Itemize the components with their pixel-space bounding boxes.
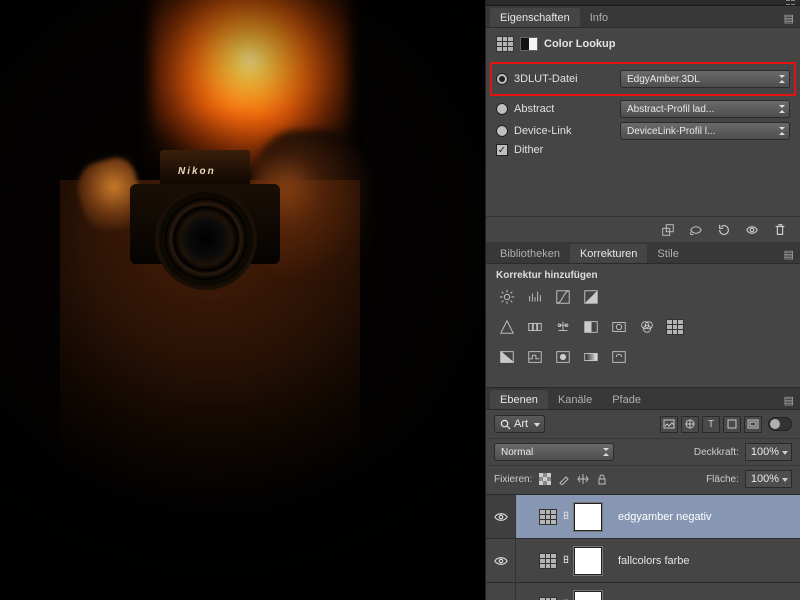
panels-column: Eigenschaften Info ▤ Color Lookup 3DLUT-…: [485, 0, 800, 600]
adjustment-title: Color Lookup: [544, 38, 616, 50]
adj-selectivecolor-icon[interactable]: [608, 347, 630, 367]
layer-adjustment-icon: [538, 552, 558, 570]
canvas-preview[interactable]: Nikon: [0, 0, 485, 600]
checkbox-dither[interactable]: ✓: [496, 144, 508, 156]
adj-threshold-icon[interactable]: [552, 347, 574, 367]
corrections-tabbar: Bibliotheken Korrekturen Stile ▤: [486, 242, 800, 264]
corrections-subtitle: Korrektur hinzufügen: [496, 270, 790, 281]
label-3dlut: 3DLUT-Datei: [514, 73, 614, 85]
label-devicelink: Device-Link: [514, 125, 614, 137]
corrections-panel-menu[interactable]: ▤: [778, 246, 800, 263]
adj-brightness-icon[interactable]: [496, 287, 518, 307]
tab-corrections[interactable]: Korrekturen: [570, 244, 647, 263]
layer-mask-thumb[interactable]: [574, 547, 602, 575]
tab-styles[interactable]: Stile: [647, 244, 688, 263]
opacity-value[interactable]: 100%: [745, 443, 792, 461]
radio-abstract[interactable]: [496, 103, 508, 115]
adj-channelmixer-icon[interactable]: [636, 317, 658, 337]
properties-footer: [486, 216, 800, 242]
tab-channels[interactable]: Kanäle: [548, 390, 602, 409]
layers-tabbar: Ebenen Kanäle Pfade ▤: [486, 388, 800, 410]
adj-gradientmap-icon[interactable]: [580, 347, 602, 367]
lock-paint-icon[interactable]: [557, 472, 571, 486]
adj-curves-icon[interactable]: [552, 287, 574, 307]
mask-icon[interactable]: [520, 37, 538, 51]
lock-label: Fixieren:: [494, 474, 532, 485]
tab-libraries[interactable]: Bibliotheken: [490, 244, 570, 263]
visibility-toggle[interactable]: [486, 495, 516, 538]
layers-filter-row: Art T: [486, 410, 800, 439]
tab-info[interactable]: Info: [580, 8, 618, 27]
layers-blend-row: Normal Deckkraft: 100%: [486, 439, 800, 466]
filter-smart-icon[interactable]: [744, 416, 762, 433]
adj-bw-icon[interactable]: [580, 317, 602, 337]
lock-all-icon[interactable]: [595, 472, 609, 486]
adj-photofilter-icon[interactable]: [608, 317, 630, 337]
layers-list: 𐌇 edgyamber negativ 𐌇 fallcolors farbe 𐌇…: [486, 495, 800, 600]
radio-devicelink[interactable]: [496, 125, 508, 137]
adj-posterize-icon[interactable]: [524, 347, 546, 367]
blend-mode-dropdown[interactable]: Normal: [494, 443, 614, 461]
fill-value[interactable]: 100%: [745, 470, 792, 488]
tab-properties[interactable]: Eigenschaften: [490, 8, 580, 27]
layer-row[interactable]: 𐌇 fallcolors farbe: [486, 539, 800, 583]
dropdown-3dlut[interactable]: EdgyAmber.3DL: [620, 70, 790, 88]
adj-levels-icon[interactable]: [524, 287, 546, 307]
delete-button[interactable]: [768, 220, 792, 240]
adj-colorbalance-icon[interactable]: [552, 317, 574, 337]
filter-type-icon[interactable]: T: [702, 416, 720, 433]
adj-invert-icon[interactable]: [496, 347, 518, 367]
link-icon[interactable]: 𐌇: [561, 511, 571, 522]
lock-transparent-icon[interactable]: [538, 472, 552, 486]
visibility-toggle[interactable]: [486, 539, 516, 582]
opacity-label: Deckkraft:: [694, 447, 739, 458]
tab-layers[interactable]: Ebenen: [490, 390, 548, 409]
layer-mask-thumb[interactable]: [574, 503, 602, 531]
link-icon[interactable]: 𐌇: [561, 555, 571, 566]
layer-name[interactable]: fallcolors farbe: [618, 555, 690, 567]
lookup-icon: [496, 36, 514, 52]
filter-toggle[interactable]: [768, 417, 792, 431]
filter-adjust-icon[interactable]: [681, 416, 699, 433]
dropdown-abstract[interactable]: Abstract-Profil lad...: [620, 100, 790, 118]
layer-row[interactable]: 𐌇 edgyamber negativ: [486, 495, 800, 539]
visibility-button[interactable]: [740, 220, 764, 240]
adj-vibrance-icon[interactable]: [496, 317, 518, 337]
layer-name[interactable]: edgyamber negativ: [618, 511, 712, 523]
adjustment-header: Color Lookup: [496, 36, 790, 52]
filter-shape-icon[interactable]: [723, 416, 741, 433]
adj-colorlookup-icon[interactable]: [664, 317, 686, 337]
adj-hue-icon[interactable]: [524, 317, 546, 337]
layer-filter-type[interactable]: Art: [494, 415, 545, 433]
visibility-toggle[interactable]: [486, 583, 516, 600]
layer-adjustment-icon: [538, 596, 558, 600]
corrections-panel-body: Korrektur hinzufügen: [486, 264, 800, 388]
properties-panel-body: Color Lookup 3DLUT-Datei EdgyAmber.3DL A…: [486, 28, 800, 216]
reset-button[interactable]: [712, 220, 736, 240]
tab-paths[interactable]: Pfade: [602, 390, 651, 409]
filter-pixel-icon[interactable]: [660, 416, 678, 433]
layer-row[interactable]: 𐌇 filmstock aufhellen: [486, 583, 800, 600]
radio-3dlut[interactable]: [496, 73, 508, 85]
highlight-row: 3DLUT-Datei EdgyAmber.3DL: [490, 62, 796, 96]
dropdown-devicelink[interactable]: DeviceLink-Profil l...: [620, 122, 790, 140]
layer-adjustment-icon: [538, 508, 558, 526]
fill-label: Fläche:: [706, 474, 739, 485]
vignette: [0, 0, 485, 600]
label-dither: Dither: [514, 144, 614, 156]
clip-button[interactable]: [656, 220, 680, 240]
layers-panel-menu[interactable]: ▤: [778, 392, 800, 409]
label-abstract: Abstract: [514, 103, 614, 115]
adj-exposure-icon[interactable]: [580, 287, 602, 307]
view-previous-button[interactable]: [684, 220, 708, 240]
layers-lock-row: Fixieren: Fläche: 100%: [486, 466, 800, 495]
layer-mask-thumb[interactable]: [574, 591, 602, 600]
properties-tabbar: Eigenschaften Info ▤: [486, 6, 800, 28]
properties-panel-menu[interactable]: ▤: [778, 10, 800, 27]
lock-position-icon[interactable]: [576, 472, 590, 486]
